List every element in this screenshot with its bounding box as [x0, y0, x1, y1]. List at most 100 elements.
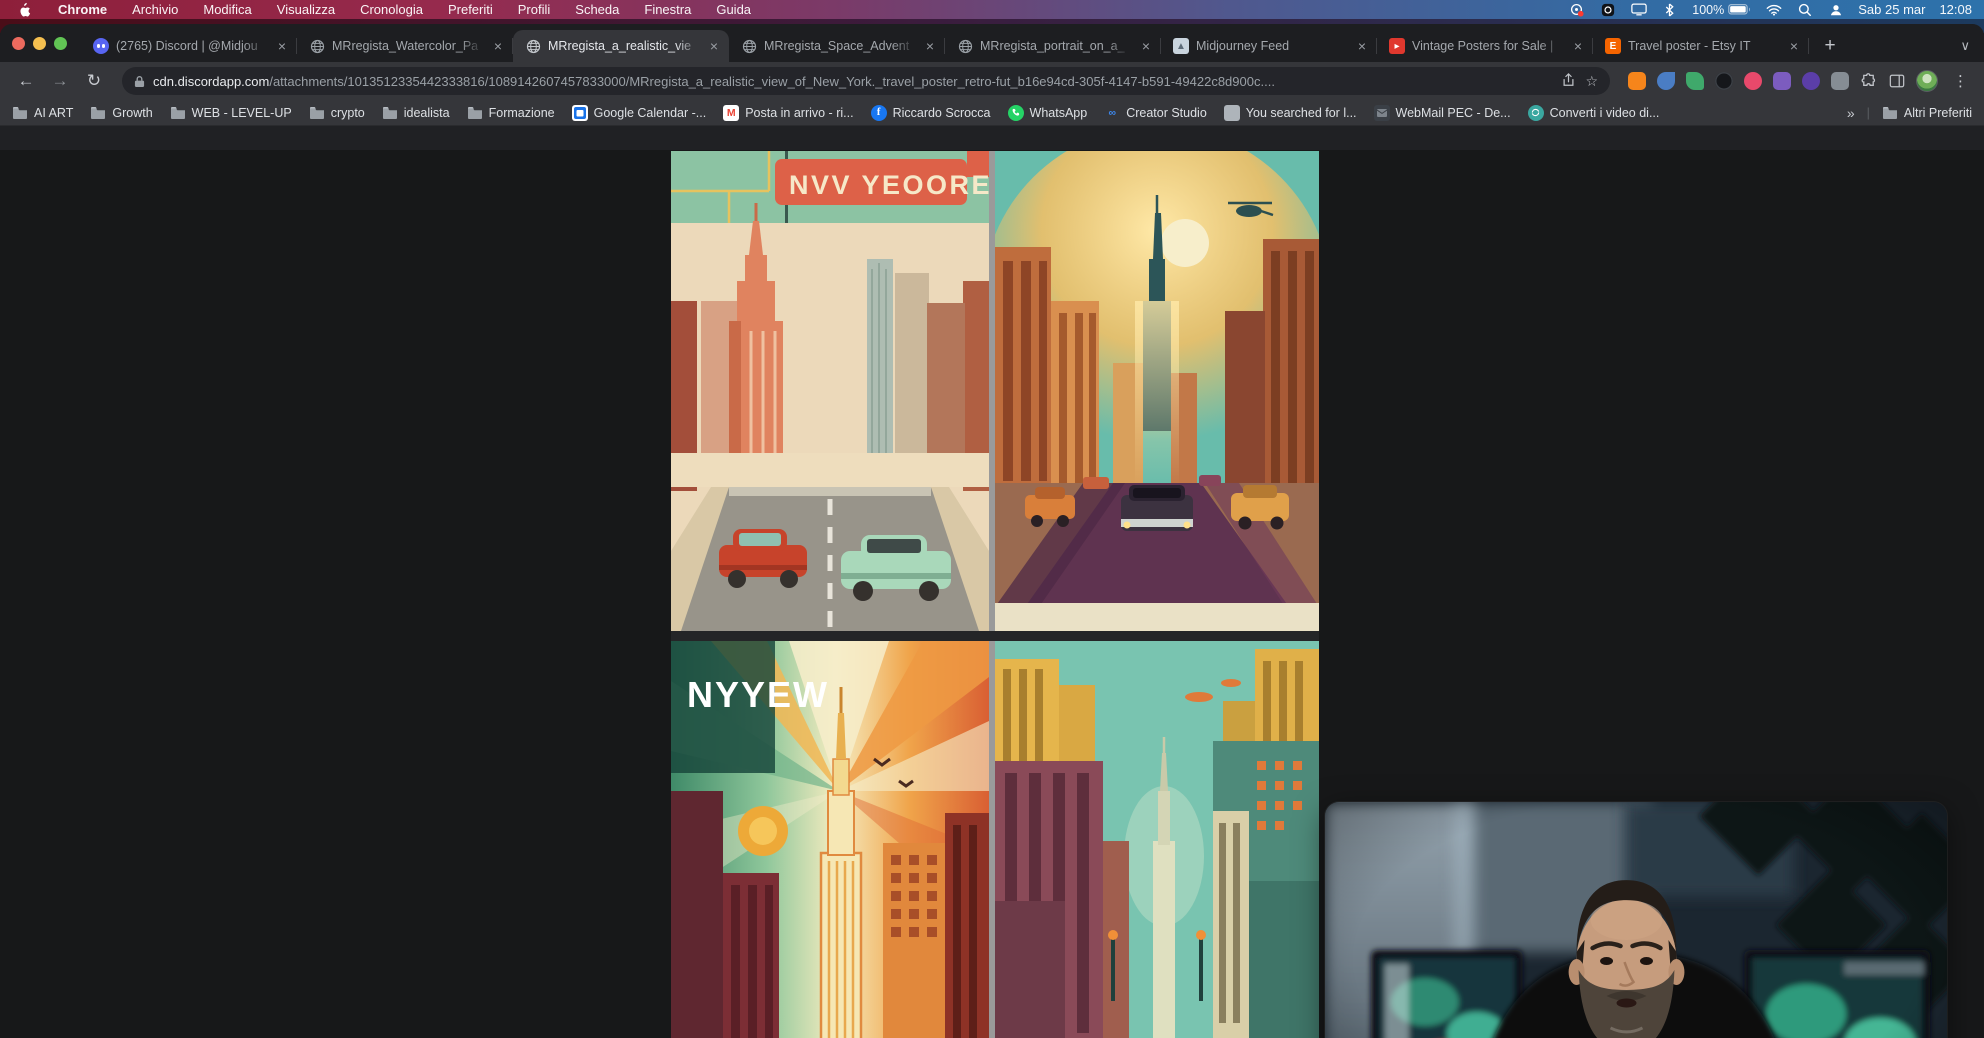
url-path: /attachments/1013512335442333816/1089142… [269, 74, 1275, 89]
generic-page-icon [1224, 105, 1240, 121]
side-panel-icon[interactable] [1888, 74, 1905, 89]
bookmark-label: crypto [331, 106, 365, 120]
address-bar[interactable]: cdn.discordapp.com/attachments/101351233… [122, 67, 1610, 95]
bookmark-folder-ai-art[interactable]: AI ART [12, 105, 73, 121]
violet-extension-icon[interactable] [1802, 72, 1820, 90]
menubar-item-preferiti[interactable]: Preferiti [448, 2, 493, 17]
menubar-item-guida[interactable]: Guida [716, 2, 751, 17]
bookmark-label: Posta in arrivo - ri... [745, 106, 853, 120]
display-icon[interactable] [1630, 2, 1647, 17]
close-icon[interactable]: × [1355, 39, 1369, 53]
poster-bottom-right [995, 641, 1319, 1038]
folder-icon [12, 105, 28, 121]
close-window-button[interactable] [12, 37, 25, 50]
purple-extension-icon[interactable] [1773, 72, 1791, 90]
new-tab-button[interactable]: + [1815, 31, 1845, 61]
menubar-item-finestra[interactable]: Finestra [644, 2, 691, 17]
reload-button[interactable]: ↻ [80, 67, 108, 95]
bookmark-whatsapp[interactable]: WhatsApp [1008, 105, 1088, 121]
midjourney-grid-image[interactable]: NVV YEOORE [671, 151, 1319, 1038]
camera-app-icon[interactable] [1599, 2, 1616, 17]
bookmark-label: Riccardo Scrocca [893, 106, 991, 120]
folder-icon [90, 105, 106, 121]
folder-icon [1882, 105, 1898, 121]
metamask-extension-icon[interactable] [1628, 72, 1646, 90]
chrome-menu-kebab-icon[interactable]: ⋮ [1949, 72, 1972, 90]
tab-etsy[interactable]: E Travel poster - Etsy IT × [1593, 30, 1809, 62]
bookmarks-overflow-chevrons[interactable]: » [1847, 105, 1855, 121]
close-icon[interactable]: × [275, 39, 289, 53]
bookmark-facebook[interactable]: f Riccardo Scrocca [871, 105, 991, 121]
menubar-item-modifica[interactable]: Modifica [203, 2, 251, 17]
bluetooth-icon[interactable] [1661, 2, 1678, 17]
close-icon[interactable]: × [707, 39, 721, 53]
forward-button[interactable]: → [46, 67, 74, 95]
bookmark-gmail[interactable]: M Posta in arrivo - ri... [723, 105, 853, 121]
tab-space-adventure[interactable]: MRregista_Space_Advent × [729, 30, 945, 62]
close-icon[interactable]: × [491, 39, 505, 53]
menubar-item-chrome[interactable]: Chrome [58, 2, 107, 17]
tab-search-chevron-icon[interactable]: ∨ [1960, 38, 1970, 54]
minimize-window-button[interactable] [33, 37, 46, 50]
tab-realistic-view-active[interactable]: MRregista_a_realistic_vie × [513, 30, 729, 62]
other-bookmarks-folder[interactable]: Altri Preferiti [1882, 105, 1972, 121]
bookmark-you-searched[interactable]: You searched for l... [1224, 105, 1357, 121]
menubar-item-cronologia[interactable]: Cronologia [360, 2, 423, 17]
bookmark-folder-growth[interactable]: Growth [90, 105, 152, 121]
webcam-overlay [1325, 802, 1947, 1038]
close-icon[interactable]: × [1787, 39, 1801, 53]
menubar-item-visualizza[interactable]: Visualizza [277, 2, 335, 17]
share-icon[interactable] [1562, 73, 1575, 90]
menubar-item-profili[interactable]: Profili [518, 2, 551, 17]
bookmark-star-icon[interactable]: ☆ [1585, 73, 1598, 90]
tab-midjourney-feed[interactable]: ▲ Midjourney Feed × [1161, 30, 1377, 62]
bookmark-folder-idealista[interactable]: idealista [382, 105, 450, 121]
apple-logo-icon[interactable] [16, 2, 33, 17]
menubar-date[interactable]: Sab 25 mar [1858, 2, 1925, 17]
user-account-icon[interactable] [1827, 2, 1844, 17]
profile-avatar[interactable] [1916, 70, 1938, 92]
tab-label: MRregista_Watercolor_Pa [332, 39, 484, 53]
lock-icon[interactable] [134, 75, 145, 88]
bookmark-converti-video[interactable]: Converti i video di... [1528, 105, 1660, 121]
bookmark-folder-formazione[interactable]: Formazione [467, 105, 555, 121]
back-button[interactable]: ← [12, 67, 40, 95]
dark-extension-icon[interactable] [1715, 72, 1733, 90]
bookmark-google-calendar[interactable]: Google Calendar -... [572, 105, 707, 121]
folder-icon [467, 105, 483, 121]
wifi-icon[interactable] [1765, 2, 1782, 17]
facebook-icon: f [871, 105, 887, 121]
menubar-item-archivio[interactable]: Archivio [132, 2, 178, 17]
bookmark-folder-crypto[interactable]: crypto [309, 105, 365, 121]
bookmark-creator-studio[interactable]: ∞ Creator Studio [1104, 105, 1207, 121]
bookmark-folder-web-level-up[interactable]: WEB - LEVEL-UP [170, 105, 292, 121]
tab-watercolor[interactable]: MRregista_Watercolor_Pa × [297, 30, 513, 62]
tab-vintage-posters[interactable]: ▸ Vintage Posters for Sale | × [1377, 30, 1593, 62]
bookmark-label: Altri Preferiti [1904, 106, 1972, 120]
zoom-window-button[interactable] [54, 37, 67, 50]
folder-icon [170, 105, 186, 121]
tab-portrait[interactable]: MRregista_portrait_on_a_ × [945, 30, 1161, 62]
close-icon[interactable]: × [1571, 39, 1585, 53]
poster-bottom-left: NYYEW [671, 641, 989, 1038]
close-icon[interactable]: × [923, 39, 937, 53]
green-extension-icon[interactable] [1686, 72, 1704, 90]
menubar-item-scheda[interactable]: Scheda [575, 2, 619, 17]
battery-status[interactable]: 100% [1692, 3, 1751, 17]
globe-icon [741, 38, 757, 54]
browser-toolbar: ← → ↻ cdn.discordapp.com/attachments/101… [0, 62, 1984, 100]
grey-extension-icon[interactable] [1831, 72, 1849, 90]
extensions-puzzle-icon[interactable] [1860, 74, 1877, 89]
tab-discord[interactable]: (2765) Discord | @Midjou × [81, 30, 297, 62]
bookmark-webmail-pec[interactable]: WebMail PEC - De... [1374, 105, 1511, 121]
menubar-clock[interactable]: 12:08 [1939, 2, 1972, 17]
screen-mirroring-icon[interactable] [1568, 2, 1585, 17]
url-text: cdn.discordapp.com/attachments/101351233… [153, 74, 1554, 89]
pink-extension-icon[interactable] [1744, 72, 1762, 90]
spotlight-search-icon[interactable] [1796, 2, 1813, 17]
poster-top-left: NVV YEOORE [671, 151, 989, 631]
close-icon[interactable]: × [1139, 39, 1153, 53]
classic-car-center [1121, 485, 1193, 531]
bookmarks-bar: AI ART Growth WEB - LEVEL-UP crypto idea… [0, 100, 1984, 126]
blue-extension-icon[interactable] [1657, 72, 1675, 90]
